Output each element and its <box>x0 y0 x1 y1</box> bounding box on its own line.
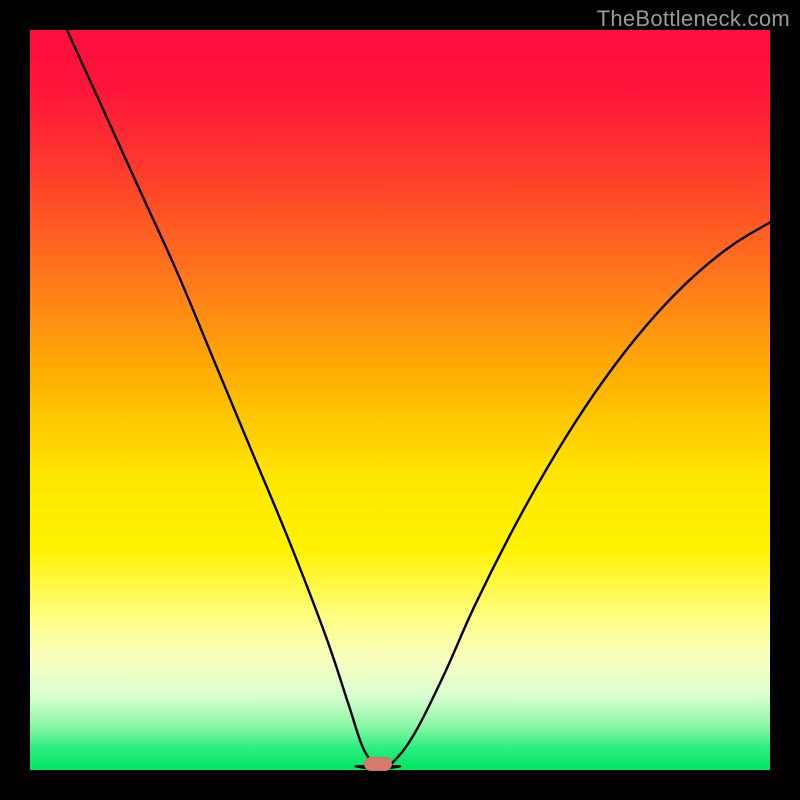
bottleneck-curve <box>30 30 770 770</box>
optimal-marker <box>364 757 392 771</box>
plot-area <box>30 30 770 770</box>
chart-frame: TheBottleneck.com <box>0 0 800 800</box>
watermark-text: TheBottleneck.com <box>597 6 790 32</box>
